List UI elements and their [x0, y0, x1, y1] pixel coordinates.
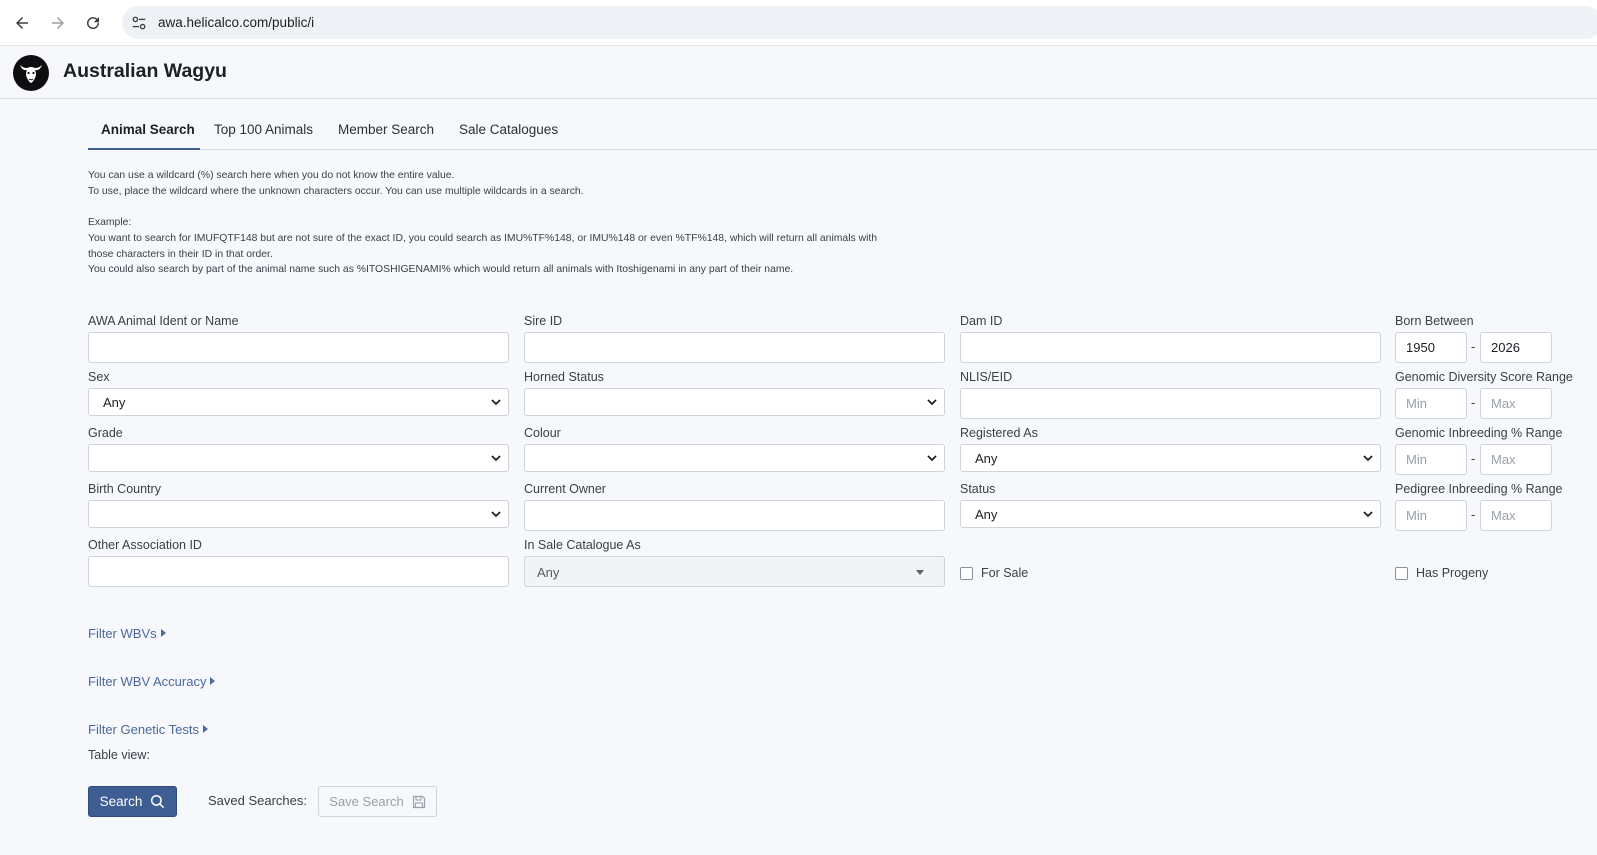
has-progeny-label: Has Progeny — [1416, 566, 1489, 580]
nlis-eid-label: NLIS/EID — [960, 370, 1013, 384]
pedigree-inbreeding-min-input[interactable] — [1395, 500, 1467, 531]
browser-toolbar: awa.helicalco.com/public/i — [0, 0, 1597, 46]
save-search-label: Save Search — [329, 794, 404, 809]
born-from-input[interactable] — [1395, 332, 1467, 363]
search-button-label: Search — [99, 794, 143, 809]
floppy-disk-icon — [412, 795, 425, 808]
url-text: awa.helicalco.com/public/i — [158, 15, 315, 30]
genomic-diversity-label: Genomic Diversity Score Range — [1395, 370, 1573, 384]
app-title: Australian Wagyu — [63, 60, 227, 82]
back-arrow-icon[interactable] — [10, 11, 34, 35]
status-label: Status — [960, 482, 996, 496]
filter-wbvs-label: Filter WBVs — [88, 626, 157, 641]
address-bar[interactable]: awa.helicalco.com/public/i — [122, 6, 1597, 39]
help-line: those characters in their ID in that ord… — [88, 248, 273, 260]
range-separator: - — [1471, 339, 1476, 354]
genomic-inbreeding-label: Genomic Inbreeding % Range — [1395, 426, 1563, 440]
filter-wbvs-toggle[interactable]: Filter WBVs — [88, 626, 166, 641]
born-to-input[interactable] — [1480, 332, 1552, 363]
bull-head-logo[interactable] — [13, 55, 49, 91]
born-between-label: Born Between — [1395, 314, 1474, 328]
pedigree-inbreeding-max-input[interactable] — [1480, 500, 1552, 531]
chevron-down-icon — [491, 511, 501, 518]
tab-sale-catalogues[interactable]: Sale Catalogues — [459, 112, 558, 150]
current-owner-label: Current Owner — [524, 482, 606, 496]
help-line: You want to search for IMUFQTF148 but ar… — [88, 232, 878, 244]
chevron-down-icon — [1363, 455, 1373, 462]
filter-genetic-tests-label: Filter Genetic Tests — [88, 722, 200, 737]
awa-ident-input[interactable] — [88, 332, 509, 363]
for-sale-checkbox[interactable] — [960, 567, 973, 580]
site-settings-icon[interactable] — [130, 14, 148, 32]
for-sale-label: For Sale — [981, 566, 1029, 580]
grade-select[interactable] — [88, 444, 509, 472]
registered-as-label: Registered As — [960, 426, 1038, 440]
filter-wbv-accuracy-toggle[interactable]: Filter WBV Accuracy — [88, 674, 216, 689]
caret-right-icon — [203, 725, 209, 733]
chevron-down-icon — [491, 455, 501, 462]
search-button[interactable]: Search — [88, 786, 177, 817]
search-icon — [151, 794, 165, 809]
saved-searches-label: Saved Searches: — [208, 793, 308, 808]
help-line: Example: — [88, 217, 132, 229]
wildcard-help-text: You can use a wildcard (%) search here w… — [88, 168, 948, 278]
other-assoc-id-input[interactable] — [88, 556, 509, 587]
awa-ident-label: AWA Animal Ident or Name — [88, 314, 239, 328]
help-line: You could also search by part of the ani… — [88, 264, 794, 276]
colour-select[interactable] — [524, 444, 945, 472]
genomic-diversity-min-input[interactable] — [1395, 388, 1467, 419]
chevron-down-icon — [927, 399, 937, 406]
dam-id-input[interactable] — [960, 332, 1381, 363]
caret-down-icon — [916, 570, 924, 575]
birth-country-select[interactable] — [88, 500, 509, 528]
sire-id-label: Sire ID — [524, 314, 563, 328]
tab-top-100-animals[interactable]: Top 100 Animals — [214, 112, 313, 150]
range-separator: - — [1471, 395, 1476, 410]
status-select[interactable]: Any — [960, 500, 1381, 528]
chevron-down-icon — [491, 399, 501, 406]
tab-animal-search[interactable]: Animal Search — [88, 112, 200, 150]
table-view-label: Table view: — [88, 748, 150, 762]
registered-as-selected-value: Any — [975, 451, 998, 466]
caret-right-icon — [160, 629, 166, 637]
genomic-diversity-max-input[interactable] — [1480, 388, 1552, 419]
app-header: Australian Wagyu — [0, 46, 1597, 99]
tab-bar: Animal Search Top 100 Animals Member Sea… — [88, 112, 1597, 150]
filter-genetic-tests-toggle[interactable]: Filter Genetic Tests — [88, 722, 209, 737]
chevron-down-icon — [927, 455, 937, 462]
has-progeny-checkbox[interactable] — [1395, 567, 1408, 580]
status-selected-value: Any — [975, 507, 998, 522]
other-assoc-id-label: Other Association ID — [88, 538, 202, 552]
colour-label: Colour — [524, 426, 561, 440]
in-sale-catalogue-selected-value: Any — [537, 565, 560, 580]
in-sale-catalogue-select[interactable]: Any — [524, 556, 945, 587]
range-separator: - — [1471, 507, 1476, 522]
range-separator: - — [1471, 451, 1476, 466]
current-owner-input[interactable] — [524, 500, 945, 531]
filter-wbv-accuracy-label: Filter WBV Accuracy — [88, 674, 207, 689]
reload-icon[interactable] — [81, 11, 105, 35]
horned-status-select[interactable] — [524, 388, 945, 416]
sex-label: Sex — [88, 370, 110, 384]
sire-id-input[interactable] — [524, 332, 945, 363]
in-sale-catalogue-label: In Sale Catalogue As — [524, 538, 641, 552]
birth-country-label: Birth Country — [88, 482, 161, 496]
caret-right-icon — [210, 677, 216, 685]
sex-selected-value: Any — [103, 395, 126, 410]
registered-as-select[interactable]: Any — [960, 444, 1381, 472]
horned-status-label: Horned Status — [524, 370, 604, 384]
chevron-down-icon — [1363, 511, 1373, 518]
grade-label: Grade — [88, 426, 123, 440]
sex-select[interactable]: Any — [88, 388, 509, 416]
dam-id-label: Dam ID — [960, 314, 1003, 328]
pedigree-inbreeding-label: Pedigree Inbreeding % Range — [1395, 482, 1563, 496]
genomic-inbreeding-max-input[interactable] — [1480, 444, 1552, 475]
help-line: To use, place the wildcard where the unk… — [88, 185, 584, 197]
tab-member-search[interactable]: Member Search — [338, 112, 434, 150]
nlis-eid-input[interactable] — [960, 388, 1381, 419]
save-search-button[interactable]: Save Search — [318, 786, 437, 817]
help-line: You can use a wildcard (%) search here w… — [88, 170, 455, 181]
genomic-inbreeding-min-input[interactable] — [1395, 444, 1467, 475]
forward-arrow-icon[interactable] — [46, 11, 70, 35]
